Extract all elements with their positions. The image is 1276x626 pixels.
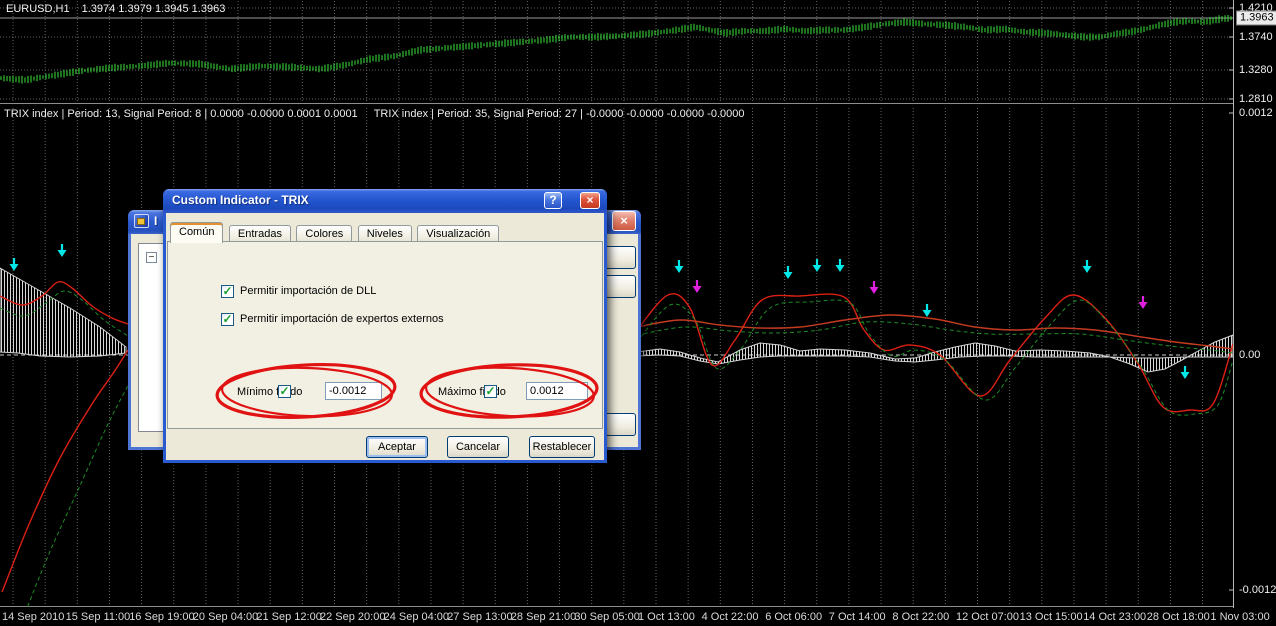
indicator-scale-label: 0.0012 xyxy=(1239,107,1273,119)
time-axis[interactable]: 14 Sep 201015 Sep 11:0016 Sep 19:0020 Se… xyxy=(0,608,1276,626)
time-axis-label: 27 Sep 13:00 xyxy=(447,611,512,623)
cancel-button[interactable]: Cancelar xyxy=(447,436,509,458)
time-axis-label: 15 Sep 11:00 xyxy=(66,611,131,623)
time-axis-label: 14 Oct 23:00 xyxy=(1083,611,1146,623)
dialog-tabs: Común Entradas Colores Niveles Visualiza… xyxy=(170,222,500,242)
time-axis-label: 4 Oct 22:00 xyxy=(702,611,759,623)
dialog-titlebar[interactable]: Custom Indicator - TRIX ? × xyxy=(163,189,607,213)
min-fixed-label: Mínimo fijado xyxy=(237,386,302,398)
max-fixed-input[interactable] xyxy=(526,382,588,400)
allow-dll-label: Permitir importación de DLL xyxy=(240,285,376,297)
custom-indicator-dialog: Custom Indicator - TRIX ? × Común Entrad… xyxy=(163,189,607,463)
trix-13-header: TRIX index | Period: 13, Signal Period: … xyxy=(4,108,358,120)
time-axis-label: 1 Nov 03:00 xyxy=(1210,611,1269,623)
time-axis-label: 22 Sep 20:00 xyxy=(320,611,385,623)
time-axis-label: 16 Sep 19:00 xyxy=(129,611,194,623)
time-axis-label: 28 Sep 21:00 xyxy=(511,611,576,623)
price-series xyxy=(1,15,1231,84)
current-price-box: 1.3963 xyxy=(1236,11,1276,26)
time-axis-label: 1 Oct 13:00 xyxy=(638,611,695,623)
time-axis-label: 12 Oct 07:00 xyxy=(956,611,1019,623)
indicator-window-icon xyxy=(134,214,149,228)
time-axis-label: 30 Sep 05:00 xyxy=(574,611,639,623)
time-axis-label: 8 Oct 22:00 xyxy=(892,611,949,623)
time-axis-label: 6 Oct 06:00 xyxy=(765,611,822,623)
price-scale[interactable]: 1.42101.37401.32801.28101.39630.00120.00… xyxy=(1233,0,1276,626)
price-scale-label: 1.3280 xyxy=(1239,64,1273,76)
quote-values: 1.3974 1.3979 1.3945 1.3963 xyxy=(82,3,226,15)
time-axis-label: 13 Oct 15:00 xyxy=(1020,611,1083,623)
price-scale-label: 1.3740 xyxy=(1239,31,1273,43)
indicator-scale-label: -0.0012 xyxy=(1239,584,1276,596)
help-button[interactable]: ? xyxy=(544,192,562,209)
time-axis-label: 24 Sep 04:00 xyxy=(384,611,449,623)
background-dialog-title: I xyxy=(154,214,157,228)
min-fixed-checkbox[interactable]: ✓ xyxy=(278,385,291,398)
trix-35-header: TRIX index | Period: 35, Signal Period: … xyxy=(374,108,745,120)
background-close-button[interactable]: × xyxy=(612,211,636,231)
reset-button[interactable]: Restablecer xyxy=(529,436,595,458)
mt4-chart-window: EURUSD,H1 1.3974 1.3979 1.3945 1.3963 TR… xyxy=(0,0,1276,626)
allow-dll-checkbox[interactable]: ✓ xyxy=(221,285,234,298)
max-fixed-checkbox[interactable]: ✓ xyxy=(484,385,497,398)
indicator-scale-label: 0.00 xyxy=(1239,349,1260,361)
time-axis-label: 28 Oct 18:00 xyxy=(1147,611,1210,623)
price-scale-label: 1.2810 xyxy=(1239,93,1273,105)
time-axis-label: 7 Oct 14:00 xyxy=(829,611,886,623)
time-axis-label: 21 Sep 12:00 xyxy=(256,611,321,623)
min-fixed-input[interactable] xyxy=(325,382,382,400)
tab-page-comun xyxy=(167,241,603,429)
tree-expander-icon[interactable]: − xyxy=(146,252,157,263)
time-axis-label: 14 Sep 2010 xyxy=(2,611,64,623)
symbol-period: EURUSD,H1 xyxy=(6,3,70,15)
tab-comun[interactable]: Común xyxy=(170,222,223,243)
allow-external-experts-label: Permitir importación de expertos externo… xyxy=(240,313,444,325)
time-axis-label: 20 Sep 04:00 xyxy=(193,611,258,623)
indicator-header: TRIX index | Period: 13, Signal Period: … xyxy=(4,108,744,120)
accept-button[interactable]: Aceptar xyxy=(366,436,428,458)
dialog-title: Custom Indicator - TRIX xyxy=(172,193,309,207)
close-button[interactable]: × xyxy=(580,192,600,209)
allow-external-experts-checkbox[interactable]: ✓ xyxy=(221,313,234,326)
quote-header: EURUSD,H1 1.3974 1.3979 1.3945 1.3963 xyxy=(6,3,225,15)
